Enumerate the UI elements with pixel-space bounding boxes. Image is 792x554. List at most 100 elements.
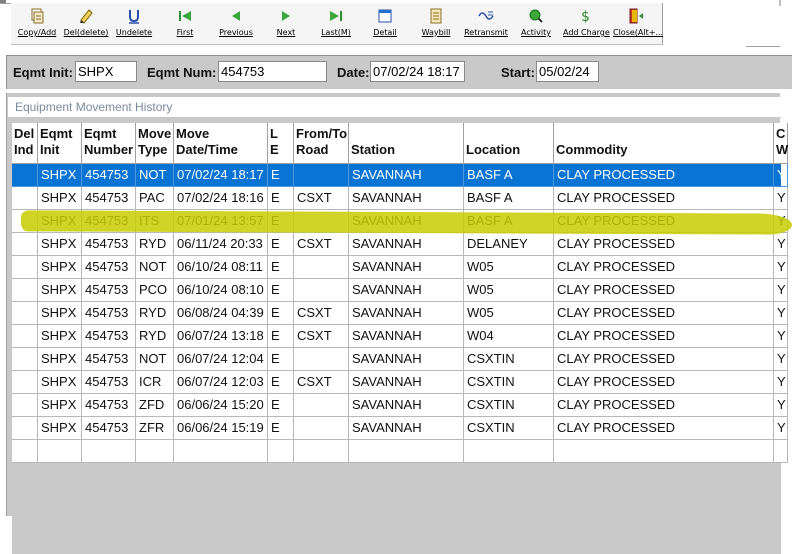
- cell-eqmt-number: 454753: [82, 371, 136, 394]
- column-header-line1: [466, 126, 553, 142]
- column-header-extra[interactable]: CW: [774, 123, 788, 164]
- cell-move-datetime: 06/08/24 04:39: [174, 302, 268, 325]
- cell-from-to-road: [294, 279, 349, 302]
- cell-location: W05: [464, 279, 554, 302]
- column-header-eqmt-number[interactable]: Eqmt Number: [82, 123, 136, 164]
- cell-extra: Y: [774, 256, 788, 279]
- add-charge-button[interactable]: $ Add Charge: [563, 8, 610, 44]
- cell-move-datetime: 06/07/24 13:18: [174, 325, 268, 348]
- cell-eqmt-init: SHPX: [38, 417, 82, 440]
- cell-del-ind: [12, 210, 38, 233]
- cell-del-ind: [12, 279, 38, 302]
- table-row[interactable]: SHPX 454753 NOT 06/07/24 12:04 E SAVANNAH CSXT…: [12, 348, 788, 371]
- table-row[interactable]: SHPX 454753 RYD 06/07/24 13:18 E CSXT SAVANNAH…: [12, 325, 788, 348]
- column-header-from-to-road[interactable]: From/To Road: [294, 123, 349, 164]
- previous-button[interactable]: Previous: [215, 8, 257, 44]
- cell-move-type: PCO: [136, 279, 174, 302]
- cell-commodity: CLAY PROCESSED: [554, 210, 774, 233]
- cell-eqmt-number: 454753: [82, 325, 136, 348]
- column-header-move-datetime[interactable]: Move Date/Time: [174, 123, 268, 164]
- cell-del-ind: [12, 417, 38, 440]
- cell-move-datetime: 06/11/24 20:33: [174, 233, 268, 256]
- cell-move-datetime: 06/10/24 08:11: [174, 256, 268, 279]
- close-label: Close(Alt+...: [613, 28, 664, 37]
- table-row[interactable]: SHPX 454753 ITS 07/01/24 13:57 E SAVANNAH BASF…: [12, 210, 788, 233]
- toolbar: Copy/Add Del(delete) Undelete First Prev…: [0, 0, 792, 48]
- movement-grid[interactable]: Del Ind Eqmt Init Eqmt Number Move Type Move Date…: [12, 123, 788, 554]
- delete-button[interactable]: Del(delete): [63, 8, 109, 44]
- cell-commodity: CLAY PROCESSED: [554, 164, 774, 187]
- cell-move-type: RYD: [136, 233, 174, 256]
- grid-header: Del Ind Eqmt Init Eqmt Number Move Type Move Date…: [12, 123, 788, 164]
- cell-load-empty: E: [268, 210, 294, 233]
- delete-label: Del(delete): [63, 28, 109, 37]
- date-field[interactable]: 07/02/24 18:17: [370, 61, 465, 82]
- date-label: Date:: [337, 65, 370, 80]
- retransmit-button[interactable]: Retransmit: [464, 8, 508, 44]
- cell-del-ind: [12, 348, 38, 371]
- column-header-station[interactable]: Station: [349, 123, 464, 164]
- first-button[interactable]: First: [170, 8, 200, 44]
- cell-del-ind: [12, 325, 38, 348]
- next-button[interactable]: Next: [271, 8, 301, 44]
- cell-location: W05: [464, 302, 554, 325]
- cell-load-empty: E: [268, 233, 294, 256]
- table-row[interactable]: SHPX 454753 PAC 07/02/24 18:16 E CSXT SAVANNAH…: [12, 187, 788, 210]
- column-header-load-empty[interactable]: LE: [268, 123, 294, 164]
- table-row[interactable]: SHPX 454753 ICR 06/07/24 12:03 E CSXT SAVANNAH…: [12, 371, 788, 394]
- eqmt-init-field[interactable]: SHPX: [75, 61, 137, 82]
- panel-title: Equipment Movement History: [15, 100, 173, 114]
- cell-from-to-road: [294, 256, 349, 279]
- column-header-eqmt-init[interactable]: Eqmt Init: [38, 123, 82, 164]
- cell-location: CSXTIN: [464, 417, 554, 440]
- cell-commodity: CLAY PROCESSED: [554, 371, 774, 394]
- column-header-location[interactable]: Location: [464, 123, 554, 164]
- cell-extra: Y: [774, 417, 788, 440]
- cell-eqmt-number: 454753: [82, 417, 136, 440]
- column-header-line2: W: [776, 142, 789, 157]
- table-row[interactable]: SHPX 454753 PCO 06/10/24 08:10 E SAVANNAH W05 C…: [12, 279, 788, 302]
- cell-move-type: RYD: [136, 325, 174, 348]
- close-button[interactable]: Close(Alt+...: [613, 8, 664, 44]
- table-row[interactable]: SHPX 454753 ZFD 06/06/24 15:20 E SAVANNAH CSXT…: [12, 394, 788, 417]
- cell-extra: Y: [774, 164, 788, 187]
- table-row[interactable]: SHPX 454753 ZFR 06/06/24 15:19 E SAVANNAH CSXT…: [12, 417, 788, 440]
- cell-location: CSXTIN: [464, 371, 554, 394]
- cell-del-ind: [12, 256, 38, 279]
- cell-eqmt-init: SHPX: [38, 302, 82, 325]
- cell-eqmt-init: SHPX: [38, 164, 82, 187]
- cell-eqmt-init: SHPX: [38, 394, 82, 417]
- undelete-label: Undelete: [115, 28, 153, 37]
- table-row[interactable]: SHPX 454753 NOT 07/02/24 18:17 E SAVANNAH BASF…: [12, 164, 788, 187]
- detail-button[interactable]: Detail: [371, 8, 399, 44]
- column-header-commodity[interactable]: Commodity: [554, 123, 774, 164]
- last-label: Last(M): [321, 28, 351, 37]
- table-row[interactable]: [12, 440, 788, 463]
- cell-move-datetime: 06/07/24 12:04: [174, 348, 268, 371]
- waybill-button[interactable]: Waybill: [420, 8, 452, 44]
- cell-eqmt-init: [38, 440, 82, 463]
- retransmit-icon: [464, 8, 508, 24]
- cell-from-to-road: CSXT: [294, 187, 349, 210]
- cell-load-empty: E: [268, 325, 294, 348]
- cell-load-empty: [268, 440, 294, 463]
- table-row[interactable]: SHPX 454753 RYD 06/11/24 20:33 E CSXT SAVANNAH…: [12, 233, 788, 256]
- activity-button[interactable]: Activity: [519, 8, 553, 44]
- column-header-line1: L: [270, 126, 278, 141]
- column-header-move-type[interactable]: Move Type: [136, 123, 174, 164]
- eqmt-num-field[interactable]: 454753: [218, 61, 327, 82]
- cell-move-type: ZFD: [136, 394, 174, 417]
- undelete-icon: [114, 8, 154, 24]
- undelete-button[interactable]: Undelete: [114, 8, 154, 44]
- cell-load-empty: E: [268, 279, 294, 302]
- cell-from-to-road: [294, 440, 349, 463]
- column-header-del-ind[interactable]: Del Ind: [12, 123, 38, 164]
- cell-station: SAVANNAH: [349, 164, 464, 187]
- copy-add-button[interactable]: Copy/Add: [14, 8, 60, 44]
- table-row[interactable]: SHPX 454753 RYD 06/08/24 04:39 E CSXT SAVANNAH…: [12, 302, 788, 325]
- start-date-field[interactable]: 05/02/24: [536, 61, 599, 82]
- first-label: First: [176, 28, 194, 37]
- last-button[interactable]: Last(M): [317, 8, 355, 44]
- table-row[interactable]: SHPX 454753 NOT 06/10/24 08:11 E SAVANNAH W05 C…: [12, 256, 788, 279]
- column-header-line2: Init: [40, 142, 60, 157]
